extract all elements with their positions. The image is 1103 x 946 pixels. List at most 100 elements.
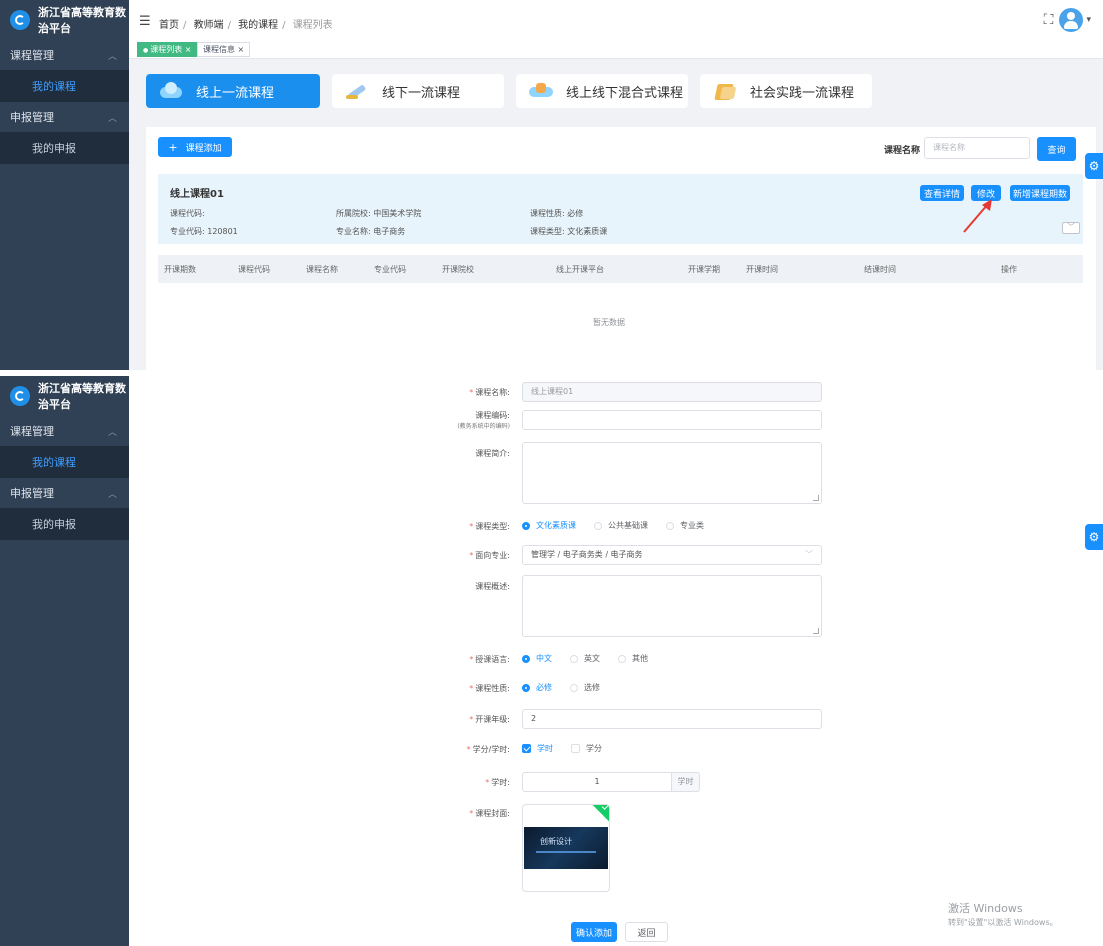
check-icon — [591, 805, 609, 822]
app-logo[interactable]: 浙江省高等教育数治平台 — [0, 0, 129, 40]
language-radio-group: 中文 英文 其他 — [522, 653, 666, 664]
major-name: 专业名称: 电子商务 — [336, 227, 406, 236]
breadcrumb-item[interactable]: 首页 — [159, 20, 179, 31]
sidebar-item-my-applications[interactable]: 我的申报 — [0, 132, 129, 164]
column-header: 线上开课平台 — [556, 265, 604, 274]
view-details-button[interactable]: 查看详情 — [920, 185, 964, 201]
tab-offline-course[interactable]: 线下一流课程 — [332, 74, 504, 108]
radio-culture[interactable]: 文化素质课 — [522, 520, 576, 531]
tab-label: 社会实践一流课程 — [750, 85, 855, 101]
intro-textarea[interactable] — [522, 442, 822, 504]
cover-upload[interactable]: 创新设计 — [522, 804, 610, 892]
add-course-button[interactable]: + 课程添加 — [158, 137, 232, 157]
radio-professional[interactable]: 专业类 — [666, 520, 704, 531]
search-label: 课程名称 — [884, 146, 921, 156]
fullscreen-icon[interactable]: ⛶ — [1044, 12, 1054, 28]
hours-input[interactable]: 1 — [522, 772, 672, 792]
breadcrumb: 首页 / 教师端 / 我的课程 / 课程列表 — [159, 20, 333, 31]
form-row-nature: * 课程性质: 必修 选修 — [440, 682, 830, 696]
tab-social-practice-course[interactable]: 社会实践一流课程 — [700, 74, 872, 108]
major-code: 专业代码: 120801 — [170, 227, 238, 236]
form-row-cover: * 课程封面: 创新设计 — [440, 804, 830, 892]
cloud-icon — [158, 81, 184, 101]
hamburger-icon[interactable]: ☰ — [139, 14, 151, 29]
mixed-icon — [528, 81, 554, 101]
back-button[interactable]: 返回 — [625, 922, 668, 942]
menu-group-label: 申报管理 — [10, 487, 54, 500]
tab-online-course[interactable]: 线上一流课程 — [146, 74, 320, 108]
language-label: * 授课语言: — [469, 655, 510, 664]
checkbox-hours[interactable]: 学时 — [522, 743, 553, 754]
menu-group-course[interactable]: 课程管理 ︿ — [0, 40, 129, 70]
radio-elective[interactable]: 选修 — [570, 682, 600, 693]
intro-label: 课程简介: — [475, 449, 510, 458]
pen-icon — [344, 81, 370, 101]
app-logo[interactable]: 浙江省高等教育数治平台 — [0, 376, 129, 416]
confirm-add-button[interactable]: 确认添加 — [571, 922, 617, 942]
form-row-course-name: * 课程名称: 线上课程01 — [440, 382, 830, 402]
radio-public-basic[interactable]: 公共基础课 — [594, 520, 648, 531]
cover-image-text: 创新设计 — [540, 837, 572, 846]
course-list-card: + 课程添加 课程名称 课程名称 查询 线上课程01 课程代码: 专业代码: 1… — [146, 127, 1096, 370]
major-cascader[interactable]: 管理学 / 电子商务类 / 电子商务 ﹀ — [522, 545, 822, 565]
form-row-type: * 课程类型: 文化素质课 公共基础课 专业类 — [440, 520, 830, 534]
credit-hours-label: * 学分/学时: — [466, 745, 510, 754]
menu-group-course[interactable]: 课程管理 ︿ — [0, 416, 129, 446]
empty-state: 暂无数据 — [593, 318, 625, 327]
column-header: 开课时间 — [746, 265, 778, 274]
add-course-period-button[interactable]: 新增课程期数 — [1010, 185, 1070, 201]
sidebar-item-my-courses[interactable]: 我的课程 — [0, 446, 129, 478]
caret-down-icon[interactable]: ▾ — [1086, 15, 1091, 25]
sidebar-item-my-courses[interactable]: 我的课程 — [0, 70, 129, 102]
breadcrumb-item[interactable]: 我的课程 — [238, 20, 278, 31]
course-list-screen: 浙江省高等教育数治平台 课程管理 ︿ 我的课程 申报管理 ︿ 我的申报 ☰ 首页… — [0, 0, 1103, 370]
column-header: 专业代码 — [374, 265, 406, 274]
form-row-intro: 课程简介: — [440, 442, 830, 504]
settings-gear-icon[interactable]: ⚙ — [1085, 524, 1103, 550]
logo-icon — [10, 10, 30, 30]
form-row-major: * 面向专业: 管理学 / 电子商务类 / 电子商务 ﹀ — [440, 545, 830, 565]
column-header: 开课期数 — [164, 265, 196, 274]
menu-group-application[interactable]: 申报管理 ︿ — [0, 478, 129, 508]
menu-group-label: 课程管理 — [10, 49, 54, 62]
course-number-label: 课程编码: (教务系统中的编码) — [457, 411, 510, 430]
settings-gear-icon[interactable]: ⚙ — [1085, 153, 1103, 179]
form-row-course-number: 课程编码: (教务系统中的编码) — [440, 410, 830, 434]
radio-chinese[interactable]: 中文 — [522, 653, 552, 664]
tag-course-info[interactable]: 课程信息 × — [197, 42, 251, 57]
summary-textarea[interactable] — [522, 575, 822, 637]
chevron-up-icon: ︿ — [107, 113, 117, 124]
nature-radio-group: 必修 选修 — [522, 682, 618, 693]
topbar-right: ⛶ ▾ — [1044, 8, 1091, 32]
search-input[interactable]: 课程名称 — [924, 137, 1030, 159]
course-number-input[interactable] — [522, 410, 822, 430]
menu-group-application[interactable]: 申报管理 ︿ — [0, 102, 129, 132]
tab-label: 线下一流课程 — [382, 85, 461, 101]
menu-group-label: 申报管理 — [10, 111, 54, 124]
sidebar: 浙江省高等教育数治平台 课程管理 ︿ 我的课程 申报管理 ︿ 我的申报 — [0, 376, 129, 946]
chevron-down-icon[interactable]: ﹀ — [1062, 222, 1080, 234]
school: 所属院校: 中国美术学院 — [336, 209, 422, 218]
radio-required[interactable]: 必修 — [522, 682, 552, 693]
button-label: 课程添加 — [185, 143, 222, 154]
breadcrumb-item[interactable]: 教师端 — [194, 20, 224, 31]
column-header: 操作 — [1001, 265, 1017, 274]
grade-input[interactable]: 2 — [522, 709, 822, 729]
tab-blended-course[interactable]: 线上线下混合式课程 — [516, 74, 688, 108]
app-title: 浙江省高等教育数治平台 — [38, 382, 126, 411]
radio-english[interactable]: 英文 — [570, 653, 600, 664]
search-button[interactable]: 查询 — [1037, 137, 1076, 161]
column-header: 结课时间 — [864, 265, 896, 274]
checkbox-credits[interactable]: 学分 — [571, 743, 602, 754]
form-row-hours: * 学时: 1 学时 — [440, 772, 830, 792]
summary-label: 课程概述: — [475, 582, 510, 591]
plus-icon: + — [168, 140, 178, 154]
radio-other[interactable]: 其他 — [618, 653, 648, 664]
avatar[interactable] — [1059, 8, 1084, 32]
major-value: 管理学 / 电子商务类 / 电子商务 — [531, 550, 643, 559]
course-name-input[interactable]: 线上课程01 — [522, 382, 822, 402]
book-icon — [712, 81, 738, 101]
sidebar-item-my-applications[interactable]: 我的申报 — [0, 508, 129, 540]
tag-course-list[interactable]: 课程列表 × — [137, 42, 198, 57]
column-header: 开课学期 — [688, 265, 720, 274]
